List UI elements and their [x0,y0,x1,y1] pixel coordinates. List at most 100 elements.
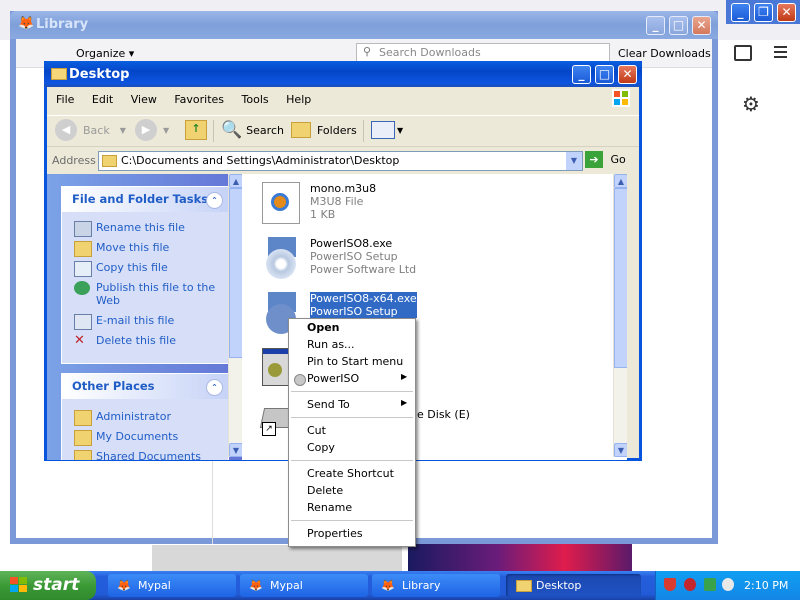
rename-file-link[interactable]: Rename this file [62,221,228,237]
search-icon: 🔍 [221,120,243,140]
system-tray: 2:10 PM [655,571,800,600]
menu-favorites[interactable]: Favorites [174,93,224,106]
copy-file-link[interactable]: Copy this file [62,261,228,277]
scroll-down-button[interactable]: ▼ [229,443,242,457]
file-list-scrollbar[interactable]: ▲ ▼ [613,174,627,457]
folder-icon [51,68,67,80]
rename-icon [74,221,92,237]
windows-flag-icon [10,577,28,593]
taskbar-button-mypal-1[interactable]: 🦊 Mypal [108,574,236,597]
gear-icon[interactable]: ⚙ [742,92,760,116]
globe-icon [74,281,90,295]
up-folder-button[interactable]: ↑ [185,116,207,144]
standard-toolbar: ◀ Back ▼ ▶ ▼ ↑ 🔍 Search Folders ▼ [47,115,639,147]
browser-close-button[interactable]: ✕ [777,3,796,22]
folder-icon [74,410,92,426]
collapse-icon[interactable]: ⌃ [206,192,223,209]
menu-separator [291,391,413,392]
menu-send-to[interactable]: Send To [307,398,350,411]
menu-view[interactable]: View [131,93,157,106]
library-title: Library [36,17,89,32]
move-file-link[interactable]: Move this file [62,241,228,257]
email-file-link[interactable]: E-mail this file [62,314,228,330]
menu-pin-to-start[interactable]: Pin to Start menu [307,355,403,368]
scroll-down-button[interactable]: ▼ [614,443,627,457]
browser-window-controls: _ ❐ ✕ [726,0,800,24]
search-downloads-input[interactable]: ⚲ Search Downloads [356,43,610,63]
up-folder-icon: ↑ [185,120,207,140]
folders-button[interactable]: Folders [291,116,357,144]
library-close-button[interactable]: ✕ [692,16,711,35]
back-button[interactable]: ◀ Back ▼ [55,116,126,144]
clear-downloads-button[interactable]: Clear Downloads [618,47,711,60]
forward-button[interactable]: ▶ ▼ [135,116,169,144]
delete-x-icon: ✕ [74,333,85,348]
scroll-thumb[interactable] [614,188,627,368]
menu-edit[interactable]: Edit [92,93,113,106]
menu-delete[interactable]: Delete [307,484,343,497]
folder-icon [516,580,532,592]
browser-minimize-button[interactable]: _ [731,3,750,22]
explorer-close-button[interactable]: ✕ [618,65,637,84]
move-icon [74,241,92,257]
chevron-down-icon: ▼ [119,125,126,135]
scroll-thumb[interactable] [229,188,242,358]
go-button[interactable]: ➔ Go [585,151,635,169]
views-button[interactable]: ▼ [371,116,403,144]
explorer-title-bar: Desktop _ □ ✕ [44,61,642,87]
other-places-header[interactable]: Other Places ⌃ [62,374,228,399]
search-button[interactable]: 🔍 Search [221,116,284,144]
menu-file[interactable]: File [56,93,74,106]
place-my-documents[interactable]: My Documents [62,430,228,446]
scroll-up-button[interactable]: ▲ [229,174,242,188]
mypal-icon: 🦊 [117,579,131,592]
file-folder-tasks-header[interactable]: File and Folder Tasks ⌃ [62,187,228,212]
email-icon [74,314,92,330]
menu-copy[interactable]: Copy [307,441,335,454]
start-button[interactable]: start [0,571,96,600]
views-icon [371,121,395,139]
menu-poweriso[interactable]: PowerISO [307,372,359,385]
taskbar-button-desktop[interactable]: Desktop [506,574,641,597]
tray-volume-icon[interactable] [722,578,734,591]
menu-create-shortcut[interactable]: Create Shortcut [307,467,394,480]
go-arrow-icon: ➔ [585,151,603,168]
place-administrator[interactable]: Administrator [62,410,228,426]
tray-security-icon[interactable] [684,578,696,591]
address-input[interactable]: C:\Documents and Settings\Administrator\… [98,151,583,171]
menu-properties[interactable]: Properties [307,527,363,540]
menu-cut[interactable]: Cut [307,424,326,437]
clock[interactable]: 2:10 PM [744,579,788,592]
collapse-icon[interactable]: ⌃ [206,379,223,396]
place-shared-documents[interactable]: Shared Documents [62,450,228,460]
address-dropdown-button[interactable]: ▼ [566,152,582,170]
menu-rename[interactable]: Rename [307,501,352,514]
tray-shield-icon[interactable] [664,578,676,591]
taskbar-button-library[interactable]: 🦊 Library [372,574,500,597]
chevron-down-icon: ▼ [163,125,170,135]
menu-tools[interactable]: Tools [242,93,269,106]
scroll-up-button[interactable]: ▲ [614,174,627,188]
menu-help[interactable]: Help [286,93,311,106]
organize-button[interactable]: Organize ▾ [76,47,134,60]
taskbar-button-mypal-2[interactable]: 🦊 Mypal [240,574,368,597]
library-maximize-button[interactable]: □ [669,16,688,35]
publish-file-link[interactable]: Publish this file to the Web [62,281,228,307]
hamburger-icon[interactable] [774,46,787,58]
sidebar-icon[interactable] [734,45,752,61]
explorer-minimize-button[interactable]: _ [572,65,591,84]
tray-network-icon[interactable] [704,578,716,591]
delete-file-link[interactable]: ✕ Delete this file [62,334,228,347]
library-minimize-button[interactable]: _ [646,16,665,35]
chevron-down-icon: ▼ [397,125,404,135]
poweriso-menu-icon [294,374,306,386]
firefox-gradient-strip [408,544,632,572]
menu-run-as[interactable]: Run as... [307,338,355,351]
menu-separator [291,417,413,418]
browser-restore-button[interactable]: ❐ [754,3,773,22]
mypal-icon: 🦊 [249,579,263,592]
toolbar-divider [213,120,214,142]
menu-open[interactable]: Open [307,321,340,334]
explorer-maximize-button[interactable]: □ [595,65,614,84]
task-pane-scrollbar[interactable]: ▲ ▼ [228,174,242,457]
